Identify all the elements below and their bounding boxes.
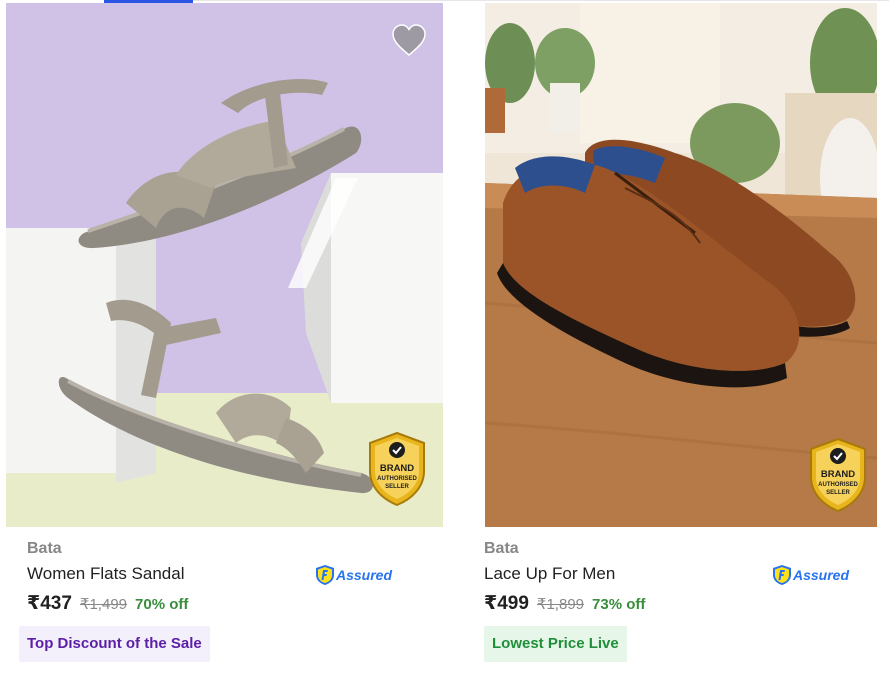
svg-text:BRAND: BRAND bbox=[380, 463, 414, 474]
product-image[interactable]: BRAND AUTHORISED SELLER bbox=[6, 3, 443, 527]
brand-authorised-badge: BRAND AUTHORISED SELLER bbox=[807, 437, 869, 513]
assured-shield-icon bbox=[773, 565, 791, 585]
heart-icon bbox=[392, 24, 426, 56]
check-icon bbox=[830, 448, 846, 464]
product-brand: Bata bbox=[27, 540, 62, 557]
brand-authorised-badge: BRAND AUTHORISED SELLER bbox=[366, 431, 428, 507]
original-price: ₹1,899 bbox=[536, 596, 585, 613]
divider bbox=[193, 0, 889, 1]
offer-tag: Top Discount of the Sale bbox=[19, 626, 210, 662]
discount-percent: 73% off bbox=[592, 596, 646, 613]
svg-text:AUTHORISED: AUTHORISED bbox=[818, 482, 858, 488]
assured-badge: Assured bbox=[772, 564, 849, 586]
offer-tag: Lowest Price Live bbox=[484, 626, 627, 662]
svg-text:AUTHORISED: AUTHORISED bbox=[377, 476, 417, 482]
assured-badge: Assured bbox=[315, 564, 392, 586]
discount-percent: 70% off bbox=[135, 596, 189, 613]
selling-price: ₹437 bbox=[27, 593, 72, 614]
assured-label: Assured bbox=[336, 567, 393, 583]
product-brand: Bata bbox=[484, 540, 519, 557]
product-card[interactable]: BRAND AUTHORISED SELLER bbox=[6, 3, 443, 527]
svg-text:SELLER: SELLER bbox=[826, 490, 850, 496]
product-info[interactable]: Bata Lace Up For Men Assured ₹499 ₹1,899… bbox=[484, 538, 874, 662]
assured-label: Assured bbox=[793, 567, 850, 583]
svg-text:SELLER: SELLER bbox=[385, 484, 409, 490]
svg-text:BRAND: BRAND bbox=[821, 469, 855, 480]
product-card[interactable]: BRAND AUTHORISED SELLER bbox=[485, 3, 877, 527]
product-info[interactable]: Bata Women Flats Sandal Assured ₹437 ₹1,… bbox=[19, 538, 417, 662]
product-image[interactable]: BRAND AUTHORISED SELLER bbox=[485, 3, 877, 527]
selling-price: ₹499 bbox=[484, 593, 529, 614]
original-price: ₹1,499 bbox=[79, 596, 128, 613]
assured-shield-icon bbox=[316, 565, 334, 585]
check-icon bbox=[389, 442, 405, 458]
wishlist-button[interactable] bbox=[391, 23, 427, 57]
